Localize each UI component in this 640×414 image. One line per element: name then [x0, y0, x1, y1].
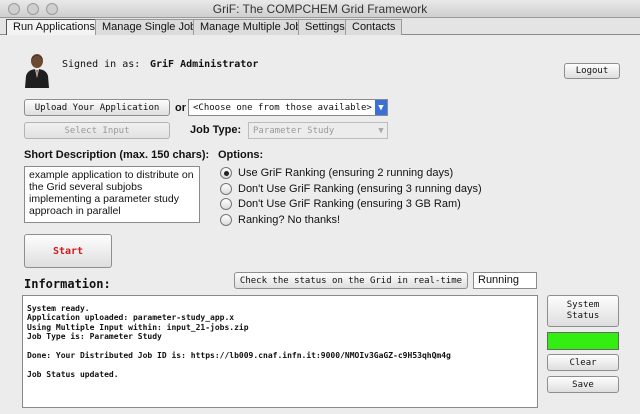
- start-label: Start: [52, 245, 84, 257]
- log-line: Application uploaded: parameter-study_ap…: [27, 313, 235, 323]
- radio-icon[interactable]: [220, 183, 232, 195]
- system-status-button[interactable]: System Status: [547, 295, 619, 327]
- system-status-indicator: [547, 332, 619, 350]
- tab-manage-multiple-jobs[interactable]: Manage Multiple Jobs: [193, 19, 315, 35]
- job-type-select[interactable]: Parameter Study ▼: [248, 122, 388, 139]
- tab-run-applications[interactable]: Run Applications: [6, 19, 102, 35]
- clear-button[interactable]: Clear: [547, 354, 619, 371]
- user-name: GriF Administrator: [150, 59, 259, 70]
- logout-button[interactable]: Logout: [564, 63, 620, 79]
- signed-in-label: Signed in as:: [62, 59, 141, 70]
- option-no-grif-ranking-3gb[interactable]: Don't Use GriF Ranking (ensuring 3 GB Ra…: [220, 197, 461, 211]
- option-no-grif-ranking-3-days[interactable]: Don't Use GriF Ranking (ensuring 3 runni…: [220, 182, 482, 196]
- application-select-value: <Choose one from those available>: [193, 102, 372, 113]
- log-line: ​: [27, 342, 533, 351]
- or-label: or: [175, 102, 186, 114]
- chevron-down-icon: ▼: [378, 125, 384, 136]
- option-label: Ranking? No thanks!: [238, 214, 341, 226]
- log-line: Job Type is: Parameter Study: [27, 332, 162, 342]
- radio-checked-icon[interactable]: [220, 167, 232, 179]
- options-label: Options:: [218, 149, 264, 161]
- check-status-button[interactable]: Check the status on the Grid in real-tim…: [234, 272, 468, 289]
- tab-bar: Run Applications Manage Single Jobs Mana…: [0, 18, 640, 35]
- chevron-down-icon: ▼: [375, 100, 387, 115]
- tab-manage-single-jobs[interactable]: Manage Single Jobs: [95, 19, 209, 35]
- job-type-label: Job Type:: [190, 124, 242, 136]
- information-log: System ready. Application uploaded: param…: [22, 295, 538, 408]
- radio-icon[interactable]: [220, 198, 232, 210]
- log-line: System ready.: [27, 304, 90, 313]
- log-line: Using Multiple Input within: input_21-jo…: [27, 322, 249, 332]
- start-button[interactable]: Start: [24, 234, 112, 268]
- tab-settings[interactable]: Settings: [298, 19, 352, 35]
- window-title: GriF: The COMPCHEM Grid Framework: [212, 2, 428, 16]
- system-status-label: System Status: [566, 300, 600, 321]
- short-description-label: Short Description (max. 150 chars):: [24, 149, 210, 161]
- radio-icon[interactable]: [220, 214, 232, 226]
- job-status-field: Running: [473, 272, 537, 289]
- run-applications-panel: Signed in as: GriF Administrator Logout …: [0, 36, 640, 414]
- option-label: Don't Use GriF Ranking (ensuring 3 runni…: [238, 183, 482, 195]
- select-input-button[interactable]: Select Input: [24, 122, 170, 139]
- job-type-value: Parameter Study: [253, 125, 335, 136]
- option-use-grif-ranking-2-days[interactable]: Use GriF Ranking (ensuring 2 running day…: [220, 166, 453, 180]
- window-titlebar: GriF: The COMPCHEM Grid Framework: [0, 0, 640, 18]
- option-label: Use GriF Ranking (ensuring 2 running day…: [238, 167, 454, 179]
- short-description-textarea[interactable]: example application to distribute on the…: [24, 166, 200, 223]
- upload-application-button[interactable]: Upload Your Application: [24, 99, 170, 116]
- option-no-ranking[interactable]: Ranking? No thanks!: [220, 213, 340, 227]
- information-label: Information:: [24, 277, 111, 291]
- save-button[interactable]: Save: [547, 376, 619, 393]
- option-label: Don't Use GriF Ranking (ensuring 3 GB Ra…: [238, 198, 461, 210]
- log-line: ​: [27, 360, 533, 369]
- application-select[interactable]: <Choose one from those available> ▼: [188, 99, 388, 116]
- tab-contacts[interactable]: Contacts: [345, 19, 403, 35]
- user-avatar-icon: [25, 54, 49, 88]
- log-line: Done: Your Distributed Job ID is: https:…: [27, 351, 451, 361]
- log-line: Job Status updated.: [27, 369, 119, 379]
